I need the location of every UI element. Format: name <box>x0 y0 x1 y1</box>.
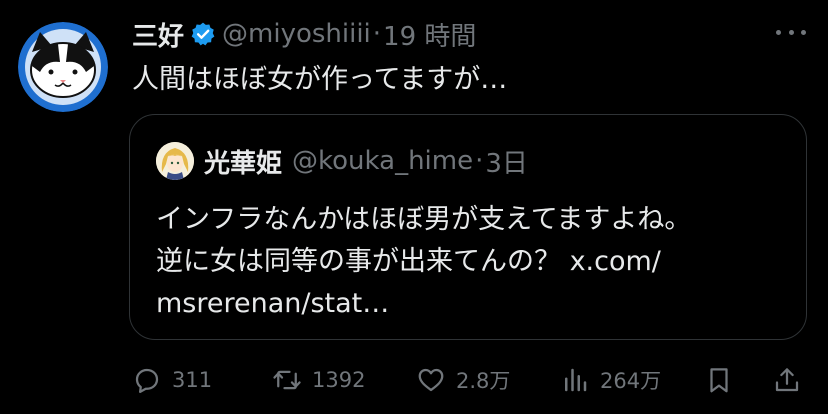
tweet-header: 三好 @miyoshiiii · 19 時間 <box>132 14 476 54</box>
share-button[interactable] <box>772 360 802 400</box>
cat-avatar-icon <box>18 22 108 112</box>
quoted-tweet-card[interactable]: 光華姫 @kouka_hime · 3日 インフラなんかはほぼ男が支えてますよね… <box>129 114 807 340</box>
separator-dot: · <box>372 19 382 49</box>
author-avatar[interactable] <box>18 22 108 112</box>
quote-header: 光華姫 @kouka_hime · 3日 <box>156 141 528 181</box>
quote-timestamp: 3日 <box>485 148 528 179</box>
reply-icon <box>135 368 159 393</box>
like-count: 2.8万 <box>456 369 511 393</box>
bookmark-icon <box>710 368 728 393</box>
retweet-count: 1392 <box>312 368 366 392</box>
quote-author-handle: @kouka_hime <box>292 146 474 176</box>
quote-author-avatar <box>156 142 194 180</box>
quote-text-line: 逆に女は同等の事が出来てんの？ x.com/ <box>156 246 661 277</box>
tweet-actions-bar: 311 1392 2.8万 264万 <box>132 360 808 400</box>
quote-text-line: msrerenan/stat… <box>156 288 390 319</box>
like-icon <box>418 368 444 392</box>
tweet-text: 人間はほぼ女が作ってますが… <box>132 64 508 95</box>
separator-dot: · <box>475 146 484 176</box>
quote-text: インフラなんかはほぼ男が支えてますよね。 逆に女は同等の事が出来てんの？ x.c… <box>156 199 786 325</box>
reply-count: 311 <box>172 368 213 392</box>
reply-button[interactable]: 311 <box>132 360 212 400</box>
more-options-icon[interactable] <box>776 22 806 42</box>
views-icon <box>565 368 587 392</box>
author-handle[interactable]: @miyoshiiii <box>222 19 371 49</box>
views-count: 264万 <box>600 369 662 393</box>
retweet-button[interactable]: 1392 <box>272 360 365 400</box>
views-button[interactable]: 264万 <box>560 360 661 400</box>
bookmark-button[interactable] <box>704 360 734 400</box>
verified-badge-icon <box>190 21 216 47</box>
retweet-icon <box>273 370 301 390</box>
quote-text-line: インフラなんかはほぼ男が支えてますよね。 <box>156 204 692 235</box>
quote-author-name: 光華姫 <box>204 148 283 179</box>
author-name[interactable]: 三好 <box>132 16 184 53</box>
anime-girl-avatar-icon <box>156 142 194 180</box>
tweet-timestamp[interactable]: 19 時間 <box>383 16 476 53</box>
like-button[interactable]: 2.8万 <box>416 360 510 400</box>
share-icon <box>775 368 799 392</box>
